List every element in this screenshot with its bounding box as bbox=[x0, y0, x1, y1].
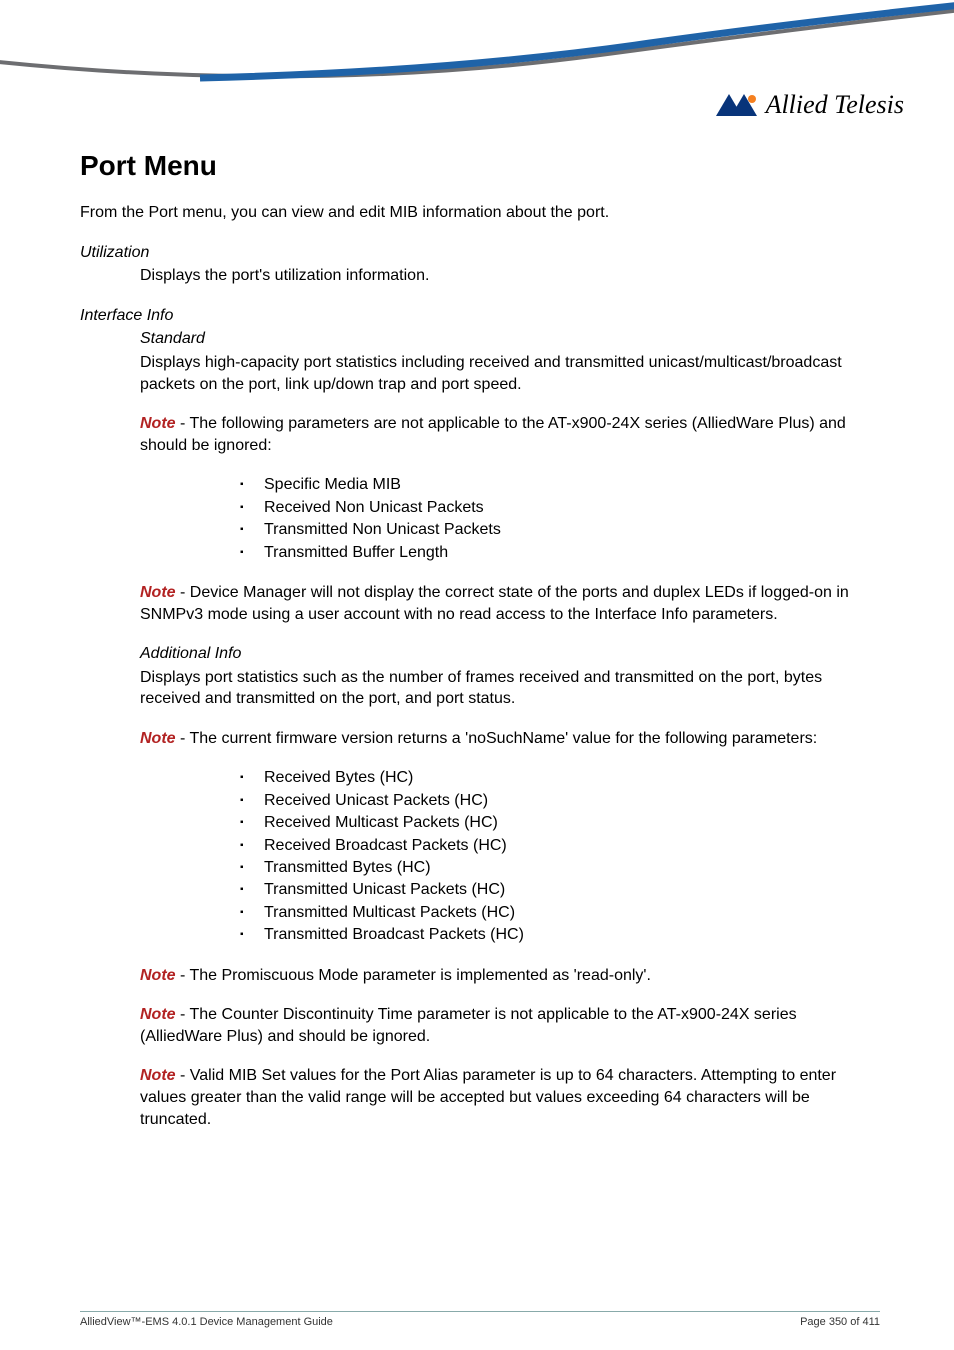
note-label: Note bbox=[140, 1067, 176, 1084]
note-label: Note bbox=[140, 730, 176, 747]
additional-note2: Note - The Promiscuous Mode parameter is… bbox=[140, 965, 880, 987]
additional-note3: Note - The Counter Discontinuity Time pa… bbox=[140, 1004, 880, 1047]
note-body: - Valid MIB Set values for the Port Alia… bbox=[140, 1067, 836, 1127]
utilization-label: Utilization bbox=[80, 242, 880, 264]
list-item: Received Multicast Packets (HC) bbox=[240, 812, 880, 834]
standard-note1-list: Specific Media MIB Received Non Unicast … bbox=[240, 474, 880, 564]
note-body: - The current firmware version returns a… bbox=[176, 730, 818, 747]
standard-desc: Displays high-capacity port statistics i… bbox=[140, 352, 880, 395]
additional-desc: Displays port statistics such as the num… bbox=[140, 667, 880, 710]
page-footer: AlliedView™-EMS 4.0.1 Device Management … bbox=[80, 1311, 880, 1328]
note-body: - Device Manager will not display the co… bbox=[140, 584, 849, 623]
standard-note2: Note - Device Manager will not display t… bbox=[140, 582, 880, 625]
list-item: Received Unicast Packets (HC) bbox=[240, 790, 880, 812]
intro-text: From the Port menu, you can view and edi… bbox=[80, 202, 880, 224]
list-item: Transmitted Bytes (HC) bbox=[240, 857, 880, 879]
standard-label: Standard bbox=[140, 328, 880, 350]
list-item: Received Non Unicast Packets bbox=[240, 497, 880, 519]
additional-note4: Note - Valid MIB Set values for the Port… bbox=[140, 1065, 880, 1130]
brand-logo: Allied Telesis bbox=[716, 90, 904, 120]
note-body: - The Promiscuous Mode parameter is impl… bbox=[176, 967, 651, 984]
list-item: Received Broadcast Packets (HC) bbox=[240, 835, 880, 857]
page-title: Port Menu bbox=[80, 150, 880, 182]
standard-note1: Note - The following parameters are not … bbox=[140, 413, 880, 456]
note-label: Note bbox=[140, 1006, 176, 1023]
additional-note1: Note - The current firmware version retu… bbox=[140, 728, 880, 750]
list-item: Transmitted Multicast Packets (HC) bbox=[240, 902, 880, 924]
interface-info-label: Interface Info bbox=[80, 305, 880, 327]
page-content: Port Menu From the Port menu, you can vi… bbox=[80, 150, 880, 1148]
note-body: - The Counter Discontinuity Time paramet… bbox=[140, 1006, 797, 1045]
note-body: - The following parameters are not appli… bbox=[140, 415, 846, 454]
list-item: Specific Media MIB bbox=[240, 474, 880, 496]
list-item: Transmitted Non Unicast Packets bbox=[240, 519, 880, 541]
note-label: Note bbox=[140, 584, 176, 601]
utilization-desc: Displays the port's utilization informat… bbox=[140, 265, 880, 287]
note-label: Note bbox=[140, 415, 176, 432]
note-label: Note bbox=[140, 967, 176, 984]
brand-name: Allied Telesis bbox=[766, 90, 904, 120]
footer-left: AlliedView™-EMS 4.0.1 Device Management … bbox=[80, 1316, 333, 1328]
footer-right: Page 350 of 411 bbox=[800, 1316, 880, 1328]
list-item: Received Bytes (HC) bbox=[240, 767, 880, 789]
additional-note1-list: Received Bytes (HC) Received Unicast Pac… bbox=[240, 767, 880, 946]
list-item: Transmitted Buffer Length bbox=[240, 542, 880, 564]
list-item: Transmitted Unicast Packets (HC) bbox=[240, 879, 880, 901]
list-item: Transmitted Broadcast Packets (HC) bbox=[240, 924, 880, 946]
additional-label: Additional Info bbox=[140, 643, 880, 665]
logo-mark-icon bbox=[716, 92, 760, 118]
